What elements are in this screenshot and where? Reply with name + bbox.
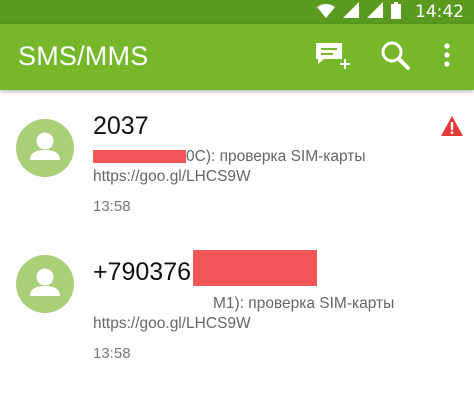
status-bar: 14:42: [0, 0, 474, 24]
redaction-block: [193, 250, 318, 286]
conversation-snippet: 0C): проверка SIM-карты: [93, 147, 366, 167]
search-icon: [379, 39, 411, 76]
app-title: SMS/MMS: [18, 41, 149, 71]
new-message-icon: [314, 40, 352, 75]
avatar: [16, 119, 74, 177]
conversation-link: https://goo.gl/LHCS9W: [93, 315, 251, 332]
conversation-time: 13:58: [93, 345, 131, 362]
signal-icon: [367, 2, 383, 22]
person-icon: [30, 132, 60, 160]
battery-icon: [391, 1, 401, 23]
overflow-menu-icon: [444, 42, 450, 72]
avatar: [16, 255, 74, 313]
new-message-button[interactable]: [316, 40, 350, 74]
snippet-text: 0C): проверка SIM-карты: [186, 148, 366, 165]
alert-icon: [440, 115, 464, 142]
status-icons: 14:42: [317, 0, 464, 24]
overflow-menu-button[interactable]: [440, 40, 454, 74]
app-bar: SMS/MMS: [0, 24, 474, 90]
sender-text: +790376: [93, 258, 192, 286]
snippet-text: M1): проверка SIM-карты: [213, 295, 395, 312]
conversation-sender: +790376: [93, 250, 318, 287]
wifi-icon: [317, 3, 335, 22]
app-actions: [316, 24, 454, 90]
redaction-block: [93, 150, 186, 164]
conversation-sender: 2037: [93, 112, 149, 140]
status-time: 14:42: [415, 2, 464, 22]
signal-icon: [343, 2, 359, 22]
conversation-item[interactable]: +790376 M1): проверка SIM-карты https://…: [0, 235, 474, 362]
search-button[interactable]: [378, 40, 412, 74]
conversation-time: 13:58: [93, 198, 131, 215]
conversation-item[interactable]: 2037 0C): проверка SIM-карты https://goo…: [0, 90, 474, 215]
conversation-snippet: M1): проверка SIM-карты: [93, 294, 394, 314]
conversation-link: https://goo.gl/LHCS9W: [93, 168, 251, 185]
faded-text: [93, 294, 213, 314]
person-icon: [30, 268, 60, 296]
